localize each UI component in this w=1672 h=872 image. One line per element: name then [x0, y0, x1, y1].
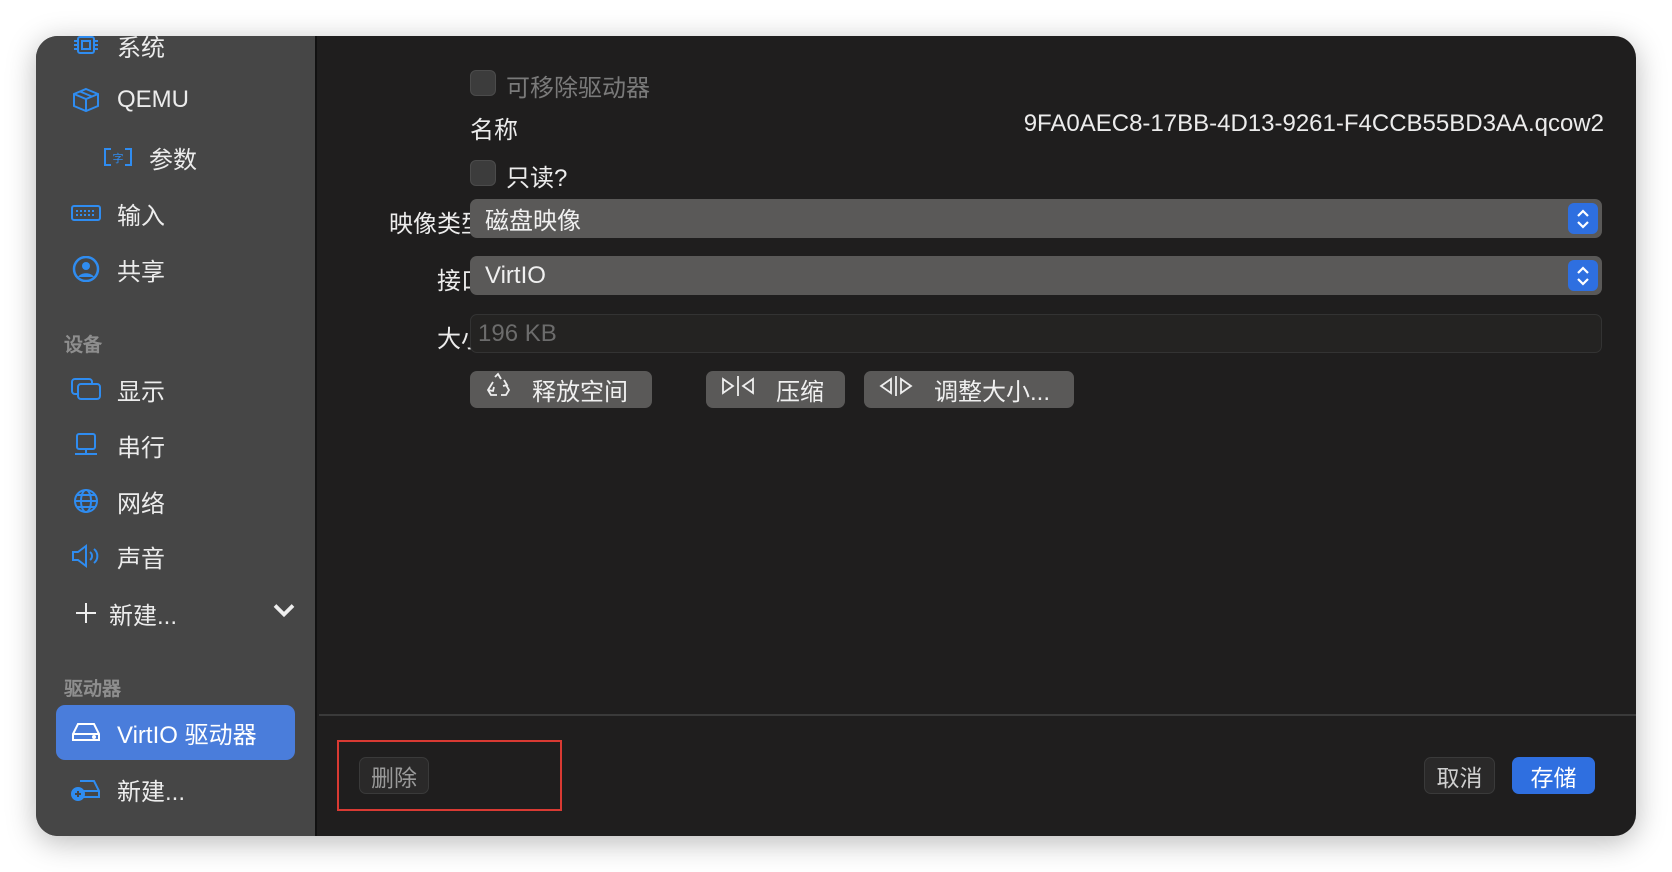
- sidebar-item-label: 串行: [117, 434, 165, 462]
- new-drive-button[interactable]: 新建...: [69, 767, 185, 811]
- reclaim-space-button[interactable]: 释放空间: [470, 371, 652, 408]
- sidebar-item-sharing[interactable]: 共享: [69, 247, 165, 291]
- devices-section-header: 设备: [64, 335, 103, 356]
- sidebar-item-label: VirtIO 驱动器: [117, 721, 257, 749]
- sidebar-item-serial[interactable]: 串行: [69, 423, 165, 467]
- resize-button[interactable]: 调整大小...: [864, 371, 1074, 408]
- delete-label: 删除: [371, 764, 417, 791]
- sidebar-item-network[interactable]: 网络: [69, 479, 165, 523]
- sidebar-item-virtio-drive-content[interactable]: VirtIO 驱动器: [69, 710, 257, 754]
- name-value: 9FA0AEC8-17BB-4D13-9261-F4CCB55BD3AA.qco…: [1023, 110, 1604, 137]
- svg-text:字: 字: [113, 151, 124, 165]
- add-drive-icon: [69, 775, 103, 803]
- removable-label: 可移除驱动器: [506, 75, 650, 102]
- sidebar-item-label: 新建...: [117, 778, 186, 806]
- interface-value: VirtIO: [485, 261, 546, 289]
- drive-settings-form: 可移除驱动器 名称 9FA0AEC8-17BB-4D13-9261-F4CCB5…: [319, 36, 1636, 714]
- sidebar: 系统 QEMU 字 参数 输入 共享 设备 显示 串行 网络 声音 新建... …: [36, 36, 317, 836]
- settings-window: 系统 QEMU 字 参数 输入 共享 设备 显示 串行 网络 声音 新建... …: [36, 36, 1636, 836]
- compress-icon: [720, 374, 756, 405]
- save-button[interactable]: 存储: [1512, 757, 1595, 794]
- sidebar-item-sound[interactable]: 声音: [69, 534, 165, 578]
- recycle-icon: [484, 372, 512, 407]
- person-circle-icon: [69, 255, 103, 283]
- sidebar-item-display[interactable]: 显示: [69, 367, 165, 411]
- sidebar-item-arguments[interactable]: 字 参数: [101, 135, 197, 179]
- plus-icon: [69, 599, 103, 627]
- sidebar-item-label: 输入: [117, 202, 165, 230]
- chevron-up-down-icon: [1568, 203, 1598, 234]
- compress-button[interactable]: 压缩: [706, 371, 845, 408]
- size-value: 196 KB: [478, 319, 557, 347]
- globe-icon: [69, 487, 103, 515]
- cancel-button[interactable]: 取消: [1424, 757, 1495, 794]
- terminal-monitor-icon: [69, 431, 103, 459]
- resize-icon: [878, 374, 914, 405]
- readonly-label: 只读?: [506, 165, 568, 192]
- sidebar-item-label: 参数: [149, 146, 197, 174]
- cancel-label: 取消: [1436, 764, 1483, 791]
- sidebar-item-label: 网络: [117, 490, 165, 518]
- sidebar-item-qemu[interactable]: QEMU: [69, 78, 189, 122]
- image-type-value: 磁盘映像: [485, 208, 581, 235]
- chevron-down-icon[interactable]: [269, 597, 299, 630]
- image-type-select[interactable]: 磁盘映像: [470, 199, 1602, 238]
- resize-label: 调整大小...: [934, 379, 1051, 406]
- cpu-icon: [69, 36, 103, 59]
- display-icon: [69, 375, 103, 403]
- sidebar-item-label: QEMU: [117, 86, 189, 113]
- compress-label: 压缩: [776, 379, 824, 406]
- drives-section-header: 驱动器: [64, 679, 122, 700]
- reclaim-label: 释放空间: [532, 379, 628, 406]
- sidebar-item-label: 系统: [117, 36, 165, 62]
- footer-bar: 删除 取消 存储: [319, 714, 1636, 836]
- delete-button[interactable]: 删除: [359, 757, 429, 794]
- sidebar-item-input[interactable]: 输入: [69, 191, 165, 235]
- name-label: 名称: [470, 117, 518, 144]
- sidebar-item-label: 共享: [117, 258, 165, 286]
- new-device-label: 新建...: [109, 602, 178, 630]
- chevron-up-down-icon: [1568, 260, 1598, 291]
- new-device-button[interactable]: 新建...: [69, 591, 299, 635]
- save-label: 存储: [1530, 764, 1577, 791]
- sidebar-item-label: 显示: [117, 378, 165, 406]
- drive-icon: [69, 718, 103, 746]
- cube-icon: [69, 86, 103, 114]
- text-field-icon: 字: [101, 143, 135, 171]
- sidebar-item-system[interactable]: 系统: [69, 36, 165, 67]
- removable-checkbox[interactable]: [470, 70, 496, 96]
- keyboard-icon: [69, 199, 103, 227]
- readonly-checkbox[interactable]: [470, 160, 496, 186]
- sidebar-item-label: 声音: [117, 545, 165, 573]
- size-field: 196 KB: [470, 314, 1602, 353]
- speaker-icon: [69, 542, 103, 570]
- interface-select[interactable]: VirtIO: [470, 256, 1602, 295]
